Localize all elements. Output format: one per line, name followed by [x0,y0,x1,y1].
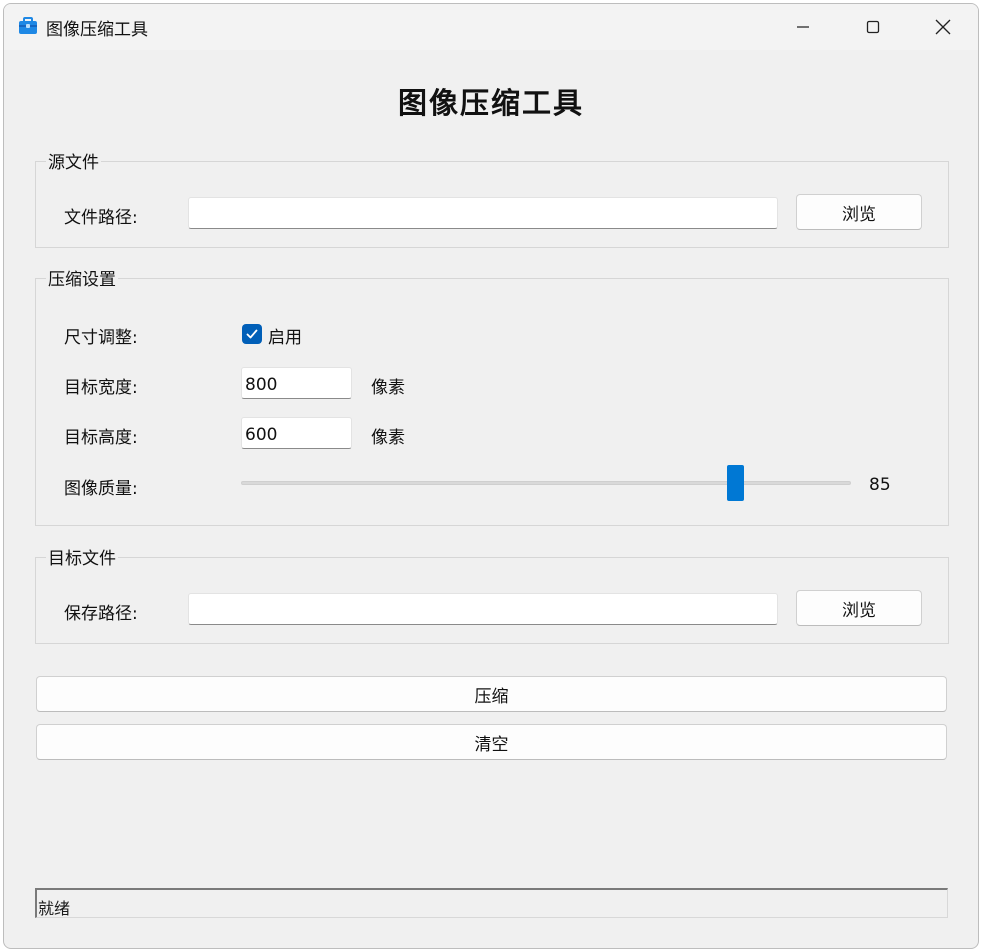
height-unit: 像素 [371,428,405,448]
quality-slider-thumb[interactable] [727,465,744,501]
clear-button[interactable]: 清空 [36,724,947,760]
toolbox-icon [19,17,37,34]
target-browse-button[interactable]: 浏览 [796,590,922,626]
target-group-title: 目标文件 [46,544,118,569]
quality-slider-track[interactable] [241,481,851,485]
width-input[interactable] [241,367,352,399]
compress-button[interactable]: 压缩 [36,676,947,712]
resize-checkbox-label[interactable]: 启用 [268,323,302,348]
source-file-group: 源文件 文件路径: 浏览 [35,148,949,248]
minimize-icon [797,26,809,28]
target-path-label: 保存路径: [64,604,138,624]
height-label: 目标高度: [64,428,138,448]
compress-button-label: 压缩 [474,686,509,707]
page-title: 图像压缩工具 [397,86,584,120]
source-browse-label: 浏览 [842,204,876,225]
window-title: 图像压缩工具 [46,20,148,40]
width-label: 目标宽度: [64,378,138,398]
target-browse-label: 浏览 [842,600,876,621]
app-window: 图像压缩工具 图像压缩工具 源文件 文件路径: 浏览 压缩设置 尺寸调整: 启用… [3,3,979,949]
target-path-input[interactable] [188,593,778,625]
clear-button-label: 清空 [474,734,509,755]
source-group-title: 源文件 [46,148,101,173]
status-bar: 就绪 [35,888,948,918]
target-file-group: 目标文件 保存路径: 浏览 [35,544,949,644]
width-unit: 像素 [371,378,405,398]
quality-value: 85 [869,475,891,495]
status-text: 就绪 [38,899,71,918]
source-browse-button[interactable]: 浏览 [796,194,922,230]
maximize-button[interactable] [842,4,904,50]
resize-label: 尺寸调整: [64,328,138,348]
quality-slider[interactable] [241,465,851,501]
source-path-input[interactable] [188,197,778,229]
settings-group: 压缩设置 尺寸调整: 启用 目标宽度: 像素 目标高度: 像素 图像质量: 85 [35,265,949,526]
checkmark-icon [246,329,258,339]
height-input[interactable] [241,417,352,449]
minimize-button[interactable] [772,4,834,50]
maximize-icon [866,20,880,34]
resize-checkbox[interactable] [242,324,262,344]
settings-group-title: 压缩设置 [46,265,118,290]
title-bar[interactable]: 图像压缩工具 [4,4,978,50]
quality-label: 图像质量: [64,479,138,499]
source-path-label: 文件路径: [64,208,138,228]
close-icon [935,19,951,35]
close-button[interactable] [912,4,974,50]
